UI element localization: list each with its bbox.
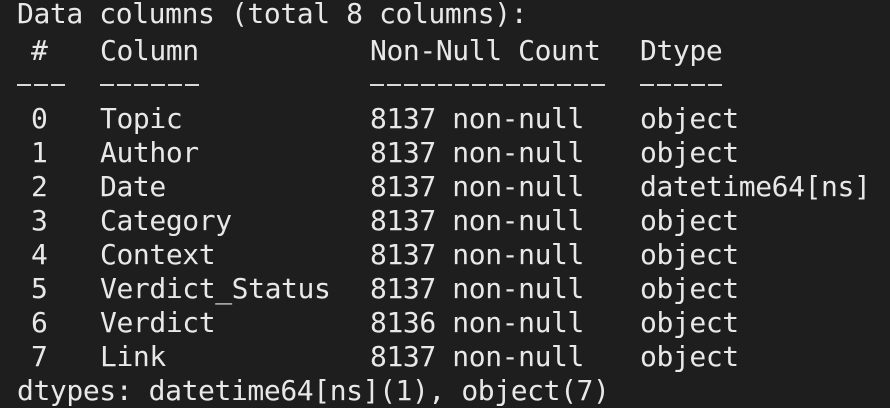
row-column-name: Category	[100, 204, 232, 237]
row-dtype: object	[640, 306, 739, 339]
header-separator-row	[17, 68, 890, 102]
table-row: 4 Context 8137 non-null object	[17, 238, 890, 272]
row-column-name: Author	[100, 136, 199, 169]
separator-count	[370, 84, 608, 86]
row-non-null-count: 8137 non-null	[370, 136, 584, 169]
row-index: 6	[31, 306, 48, 339]
row-index: 0	[31, 102, 48, 135]
row-dtype: datetime64[ns]	[640, 170, 871, 203]
header-dtype: Dtype	[640, 34, 723, 67]
table-header-row: # Column Non-Null Count Dtype	[17, 34, 890, 68]
row-column-name: Verdict	[100, 306, 216, 339]
row-non-null-count: 8137 non-null	[370, 170, 584, 203]
data-columns-summary: Data columns (total 8 columns):	[17, 0, 528, 30]
row-dtype: object	[640, 340, 739, 373]
separator-column	[100, 84, 202, 86]
table-row: 7 Link 8137 non-null object	[17, 340, 890, 374]
row-non-null-count: 8137 non-null	[370, 204, 584, 237]
row-non-null-count: 8136 non-null	[370, 306, 584, 339]
separator-dtype	[640, 84, 725, 86]
row-index: 7	[31, 340, 48, 373]
header-index: #	[31, 34, 48, 67]
header-non-null-count: Non-Null Count	[370, 34, 601, 67]
table-row: 0 Topic 8137 non-null object	[17, 102, 890, 136]
row-column-name: Link	[100, 340, 166, 373]
row-index: 2	[31, 170, 48, 203]
dtypes-summary: dtypes: datetime64[ns](1), object(7)	[17, 374, 610, 407]
header-column: Column	[100, 34, 199, 67]
separator-index	[17, 84, 67, 86]
row-index: 5	[31, 272, 48, 305]
table-row: 6 Verdict 8136 non-null object	[17, 306, 890, 340]
table-row: 3 Category 8137 non-null object	[17, 204, 890, 238]
row-column-name: Date	[100, 170, 166, 203]
row-non-null-count: 8137 non-null	[370, 238, 584, 271]
row-dtype: object	[640, 238, 739, 271]
row-non-null-count: 8137 non-null	[370, 340, 584, 373]
table-row: 1 Author 8137 non-null object	[17, 136, 890, 170]
row-column-name: Context	[100, 238, 216, 271]
row-dtype: object	[640, 136, 739, 169]
table-row: 5 Verdict_Status 8137 non-null object	[17, 272, 890, 306]
row-index: 3	[31, 204, 48, 237]
row-non-null-count: 8137 non-null	[370, 102, 584, 135]
row-column-name: Topic	[100, 102, 183, 135]
row-dtype: object	[640, 204, 739, 237]
row-dtype: object	[640, 102, 739, 135]
terminal-output: Data columns (total 8 columns): # Column…	[0, 0, 890, 407]
table-row: 2 Date 8137 non-null datetime64[ns]	[17, 170, 890, 204]
row-column-name: Verdict_Status	[100, 272, 331, 305]
row-non-null-count: 8137 non-null	[370, 272, 584, 305]
row-index: 4	[31, 238, 48, 271]
row-index: 1	[31, 136, 48, 169]
row-dtype: object	[640, 272, 739, 305]
